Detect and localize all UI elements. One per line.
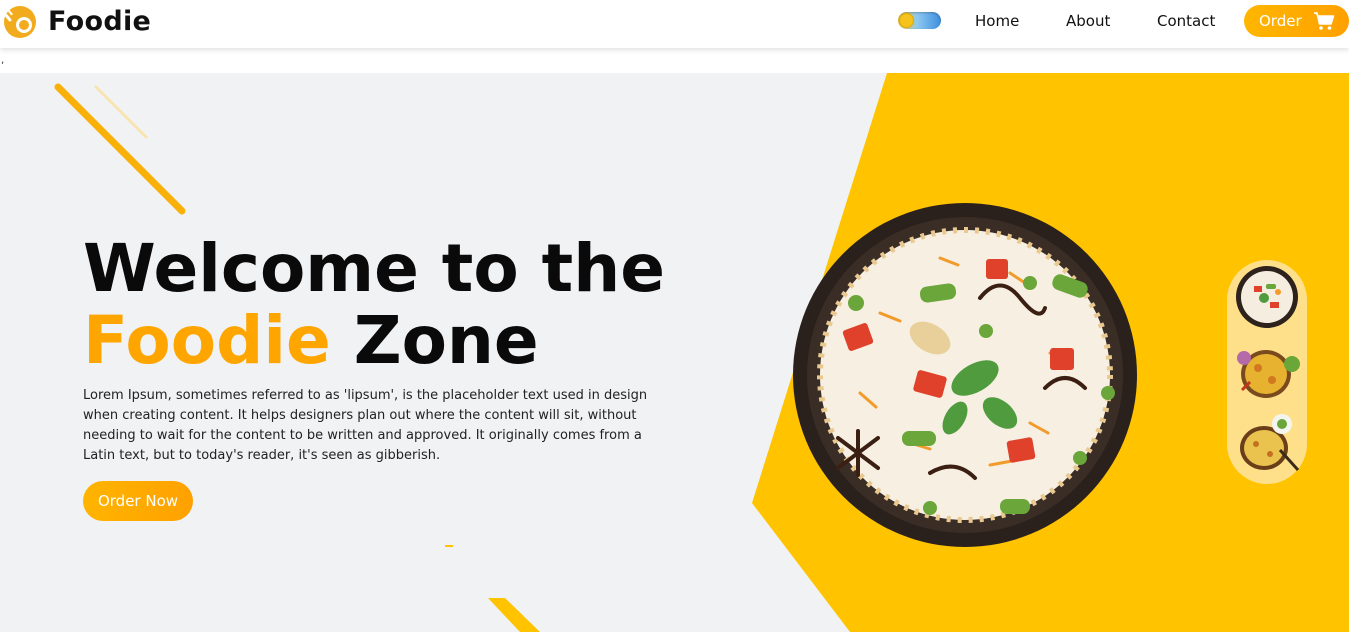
hero-section: Welcome to the Foodie Zone Lorem Ipsum, …: [0, 73, 1349, 632]
hero-description: Lorem Ipsum, sometimes referred to as 'l…: [83, 388, 648, 463]
nav-contact[interactable]: Contact: [1157, 12, 1215, 30]
decor-stripe-3: [488, 598, 540, 632]
nav-about[interactable]: About: [1066, 12, 1110, 30]
order-now-label: Order Now: [97, 492, 179, 510]
hero-title-accent: Foodie: [83, 302, 331, 379]
hero-title: Welcome to the Foodie Zone: [83, 233, 665, 377]
order-button[interactable]: Order: [1244, 5, 1349, 37]
decor-stripe-1: [54, 83, 186, 215]
dish-thumb-biryani[interactable]: [1234, 264, 1300, 330]
order-button-label: Order: [1259, 12, 1302, 30]
dish-thumb-pulao[interactable]: [1236, 410, 1302, 476]
dish-thumb-curry[interactable]: [1236, 338, 1302, 404]
cart-icon: [1314, 12, 1335, 30]
decor-dot: [445, 545, 453, 547]
hero-title-rest: Zone: [353, 302, 539, 379]
logo-icon: [2, 6, 36, 38]
hero-title-line1: Welcome to the: [83, 230, 665, 307]
navbar: Foodie Home About Contact Order: [0, 0, 1349, 48]
biryani-bowl-image: [793, 203, 1137, 547]
theme-toggle-knob: [899, 13, 914, 28]
stray-text: ,: [1, 55, 5, 66]
brand-logo[interactable]: Foodie: [2, 3, 151, 39]
nav-home[interactable]: Home: [975, 12, 1019, 30]
theme-toggle[interactable]: [898, 12, 941, 29]
dish-thumbnail-panel: [1227, 260, 1307, 484]
order-now-button[interactable]: Order Now: [83, 481, 193, 521]
brand-name: Foodie: [48, 5, 152, 37]
